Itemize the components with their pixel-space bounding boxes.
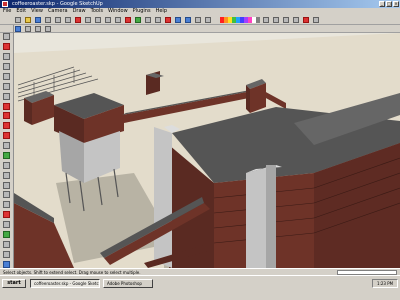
- front-icon[interactable]: [14, 25, 22, 33]
- scale-icon[interactable]: [2, 151, 12, 160]
- close-button[interactable]: ×: [393, 1, 399, 7]
- taskbar-item-sketchup[interactable]: coffeeroaster.skp - Google SketchUp: [30, 279, 100, 288]
- redo-icon[interactable]: [94, 16, 102, 24]
- wireframe-icon[interactable]: [272, 16, 280, 24]
- menu-view[interactable]: View: [31, 8, 43, 15]
- menu-plugins[interactable]: Plugins: [133, 8, 151, 15]
- dimension-icon[interactable]: [2, 181, 12, 189]
- taskbar-item-photoshop[interactable]: Adobe Photoshop: [103, 279, 153, 288]
- menu-window[interactable]: Window: [108, 8, 128, 15]
- zoom-extents-icon[interactable]: [164, 16, 172, 24]
- textured-icon[interactable]: [302, 16, 310, 24]
- protractor-icon[interactable]: [2, 191, 12, 199]
- view-toolbar: [0, 25, 400, 33]
- menu-draw[interactable]: Draw: [73, 8, 86, 15]
- line-icon[interactable]: [2, 53, 12, 61]
- select-tool-icon[interactable]: [2, 33, 12, 41]
- monochrome-icon[interactable]: [312, 16, 320, 24]
- pan-tool-icon[interactable]: [2, 240, 12, 248]
- move-icon[interactable]: [2, 112, 12, 120]
- open-icon[interactable]: [24, 16, 32, 24]
- style-palette[interactable]: [220, 16, 260, 23]
- save-icon[interactable]: [34, 16, 42, 24]
- start-button[interactable]: start: [2, 279, 26, 288]
- tape-icon[interactable]: [2, 171, 12, 179]
- title-bar: coffeeroaster.skp - Google SketchUp _ □ …: [0, 0, 400, 8]
- 3d-scene: [14, 33, 400, 268]
- undo-icon[interactable]: [84, 16, 92, 24]
- axes-icon[interactable]: [2, 211, 12, 219]
- main-toolbar: [0, 15, 400, 25]
- menu-bar: File Edit View Camera Draw Tools Window …: [0, 8, 400, 15]
- window-controls: _ □ ×: [379, 1, 399, 7]
- new-icon[interactable]: [14, 16, 22, 24]
- freehand-icon[interactable]: [2, 102, 12, 110]
- pan-icon[interactable]: [144, 16, 152, 24]
- paint-icon[interactable]: [124, 16, 132, 24]
- copy-icon[interactable]: [54, 16, 62, 24]
- circle-icon[interactable]: [2, 82, 12, 90]
- select-icon[interactable]: [114, 16, 122, 24]
- maximize-button[interactable]: □: [386, 1, 392, 7]
- status-bar: Select objects. Shift to extend select. …: [0, 268, 400, 275]
- left-icon[interactable]: [44, 25, 52, 33]
- menu-tools[interactable]: Tools: [91, 8, 103, 15]
- polygon-icon[interactable]: [2, 92, 12, 100]
- menu-edit[interactable]: Edit: [16, 8, 26, 15]
- walk-icon[interactable]: [2, 260, 12, 268]
- push-pull-icon[interactable]: [2, 122, 12, 130]
- paste-icon[interactable]: [64, 16, 72, 24]
- sketchup-app-icon: [2, 1, 8, 7]
- iso-icon[interactable]: [194, 16, 202, 24]
- large-tool-set: [0, 25, 14, 268]
- back-icon[interactable]: [34, 25, 42, 33]
- windows-taskbar: start coffeeroaster.skp - Google SketchU…: [0, 275, 400, 300]
- hidden-line-icon[interactable]: [282, 16, 290, 24]
- shaded-icon[interactable]: [292, 16, 300, 24]
- 3d-text-icon[interactable]: [2, 221, 12, 229]
- follow-me-icon[interactable]: [2, 142, 12, 150]
- eraser-icon[interactable]: [2, 43, 12, 51]
- print-icon[interactable]: [104, 16, 112, 24]
- minimize-button[interactable]: _: [379, 1, 385, 7]
- prev-view-icon[interactable]: [174, 16, 182, 24]
- window-title: coffeeroaster.skp - Google SketchUp: [12, 1, 103, 7]
- cut-icon[interactable]: [44, 16, 52, 24]
- xray-icon[interactable]: [262, 16, 270, 24]
- rotate-icon[interactable]: [2, 132, 12, 140]
- offset-icon[interactable]: [2, 161, 12, 169]
- orbit-icon[interactable]: [134, 16, 142, 24]
- menu-camera[interactable]: Camera: [48, 8, 68, 15]
- menu-file[interactable]: File: [3, 8, 11, 15]
- modeling-viewport[interactable]: [14, 33, 400, 268]
- top-icon[interactable]: [204, 16, 212, 24]
- right-icon[interactable]: [24, 25, 32, 33]
- text-icon[interactable]: [2, 201, 12, 209]
- next-view-icon[interactable]: [184, 16, 192, 24]
- orbit-tool-icon[interactable]: [2, 230, 12, 239]
- erase-icon[interactable]: [74, 16, 82, 24]
- zoom-tool-icon[interactable]: [2, 250, 12, 258]
- system-clock: 1:23 PM: [372, 279, 398, 288]
- arc-icon[interactable]: [2, 63, 12, 71]
- sketchup-window: coffeeroaster.skp - Google SketchUp _ □ …: [0, 0, 400, 300]
- rectangle-icon[interactable]: [2, 72, 12, 81]
- zoom-icon[interactable]: [154, 16, 162, 24]
- menu-help[interactable]: Help: [156, 8, 167, 15]
